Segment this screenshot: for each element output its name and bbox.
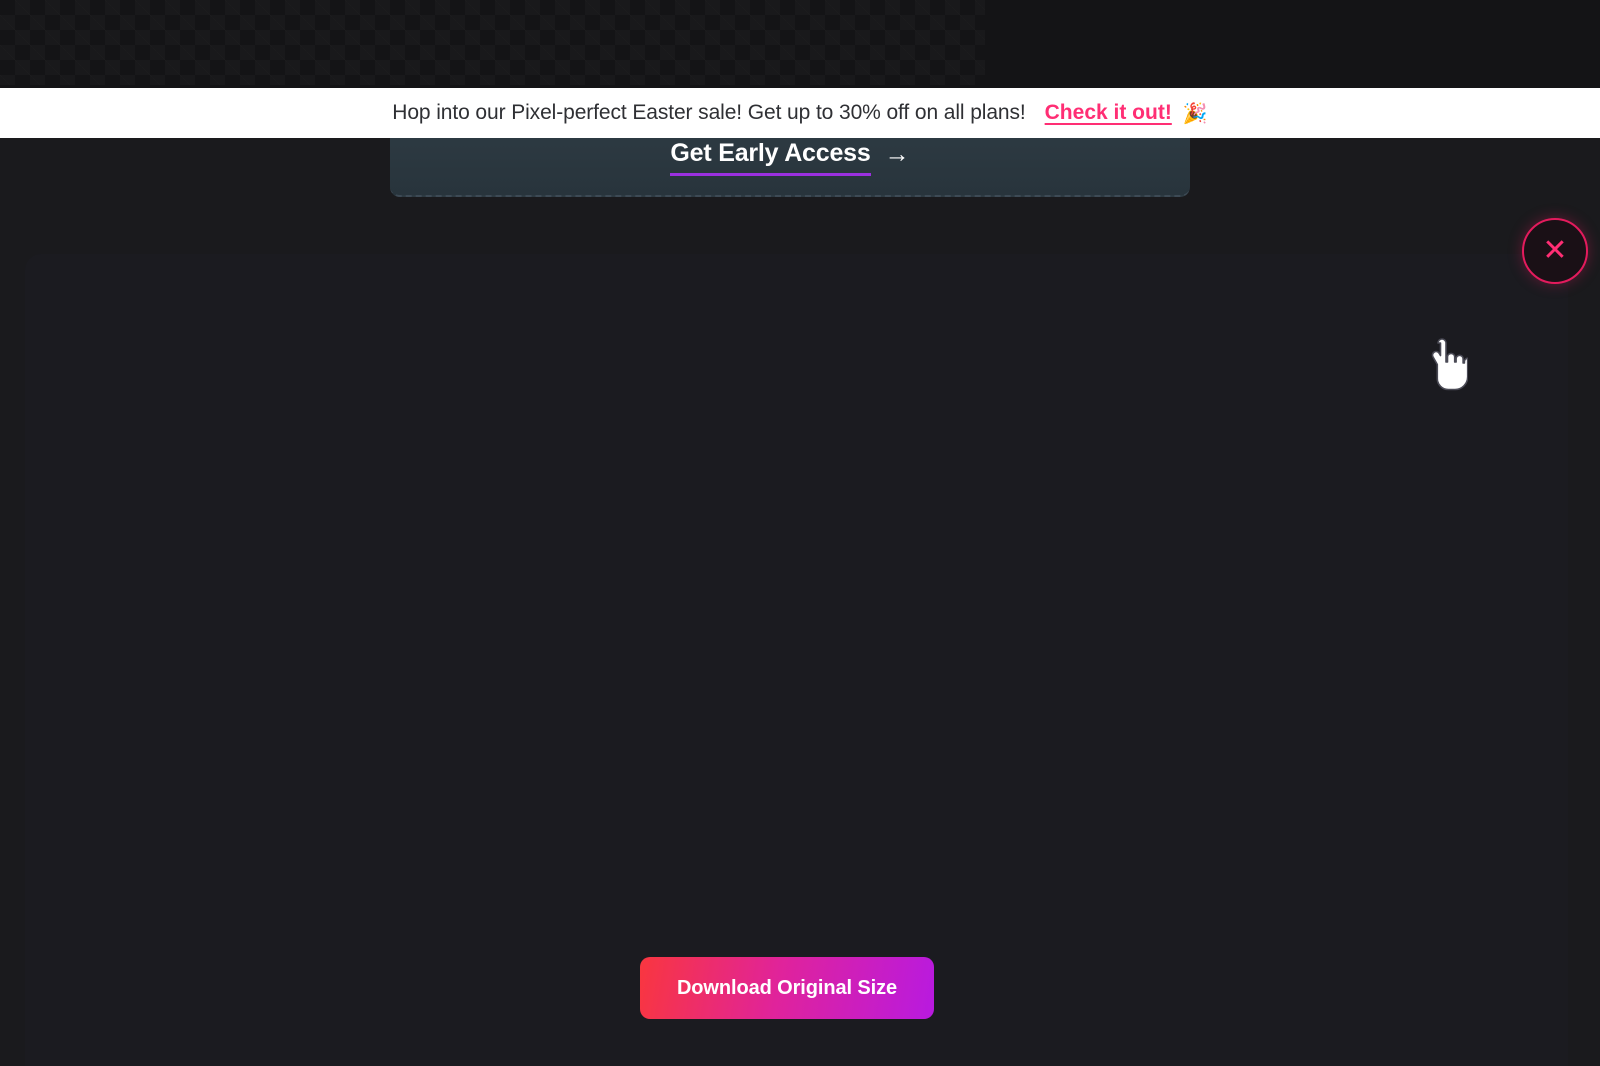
result-modal	[25, 254, 1568, 1066]
close-modal-button[interactable]: ✕	[1522, 218, 1588, 284]
arrow-right-icon: →	[884, 140, 910, 168]
promo-check-it-out-link[interactable]: Check it out!	[1045, 101, 1172, 125]
early-access-link[interactable]: Get Early Access →	[670, 139, 910, 176]
download-original-size-button[interactable]: Download Original Size	[640, 957, 934, 1019]
early-access-label: Get Early Access	[670, 139, 871, 176]
early-access-strip: Get Early Access →	[390, 133, 1190, 197]
promo-banner: Hop into our Pixel-perfect Easter sale! …	[0, 88, 1600, 138]
nav-checker-texture	[0, 0, 985, 85]
promo-text: Hop into our Pixel-perfect Easter sale! …	[392, 101, 1026, 124]
top-navbar	[0, 0, 1600, 88]
close-x-icon: ✕	[1542, 234, 1568, 267]
party-popper-icon: 🎉	[1182, 102, 1208, 125]
app-page: GET IT ON Google Play Download on the Ap…	[0, 0, 1600, 1066]
